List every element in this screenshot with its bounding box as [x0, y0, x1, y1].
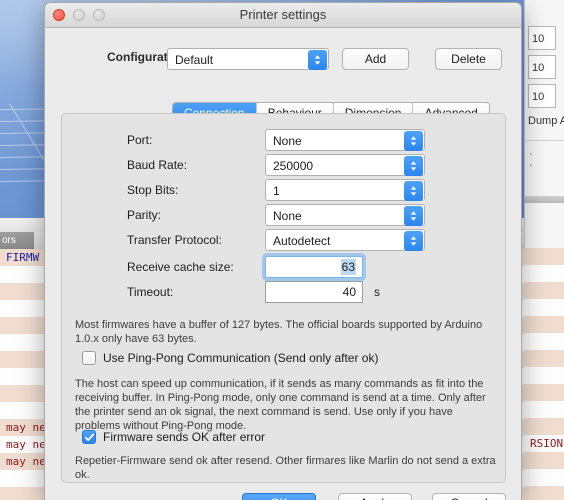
log-row: [524, 486, 564, 500]
chevron-updown-icon[interactable]: [404, 156, 423, 176]
window-controls: [53, 9, 105, 21]
configuration-row: Configuration: Default Add Delete: [45, 46, 521, 70]
firmware-ok-checkbox-row[interactable]: Firmware sends OK after error: [82, 430, 265, 444]
zoom-button[interactable]: [93, 9, 105, 21]
apply-button[interactable]: Apply: [338, 493, 412, 500]
port-value: None: [273, 134, 302, 148]
chevron-updown-icon[interactable]: [404, 231, 423, 251]
port-label: Port:: [127, 133, 153, 147]
log-row: [524, 333, 564, 350]
close-button[interactable]: [53, 9, 65, 21]
background-value-cell[interactable]: 10: [528, 55, 556, 79]
firmware-ok-checkbox[interactable]: [82, 430, 96, 444]
printer-settings-dialog: Printer settings Configuration: Default …: [44, 2, 522, 500]
log-row: [524, 350, 564, 367]
receive-cache-size-input[interactable]: 63: [265, 256, 363, 278]
dialog-body: Configuration: Default Add Delete Connec…: [45, 28, 521, 500]
chevron-updown-icon[interactable]: [308, 50, 327, 70]
port-select[interactable]: None: [265, 129, 425, 151]
background-value-cell[interactable]: 10: [528, 26, 556, 50]
log-row: [524, 452, 564, 469]
minimize-button[interactable]: [73, 9, 85, 21]
log-row: [524, 367, 564, 384]
cancel-button[interactable]: Cancel: [432, 493, 506, 500]
receive-cache-size-value: 63: [340, 259, 356, 275]
checkmark-icon: [84, 433, 94, 441]
log-row: [524, 248, 564, 265]
transfer-protocol-label: Transfer Protocol:: [127, 233, 222, 247]
screen: ors FIRMW may ne may ne may ne 10 10 10 Dum…: [0, 0, 564, 500]
ping-pong-checkbox-row[interactable]: Use Ping-Pong Communication (Send only a…: [82, 351, 378, 365]
dialog-titlebar[interactable]: Printer settings: [45, 3, 521, 28]
chevron-updown-icon[interactable]: [404, 131, 423, 151]
log-row: [524, 299, 564, 316]
transfer-protocol-select[interactable]: Autodetect: [265, 229, 425, 251]
dump-area-label: Dump A: [528, 115, 564, 127]
baud-rate-select[interactable]: 250000: [265, 154, 425, 176]
parity-select[interactable]: None: [265, 204, 425, 226]
log-row: [524, 401, 564, 418]
log-row: [524, 418, 564, 435]
connection-settings-panel: Port: None Baud Rate: 250000 Stop Bits: …: [61, 113, 506, 483]
timeout-unit: s: [374, 285, 380, 299]
transfer-protocol-value: Autodetect: [273, 234, 331, 248]
timeout-label: Timeout:: [127, 285, 174, 299]
background-right-log: RSION:: [524, 248, 564, 500]
background-value-cell[interactable]: 10: [528, 84, 556, 108]
pingpong-help-text: The host can speed up communication, if …: [75, 378, 486, 432]
log-row: [524, 282, 564, 299]
stop-bits-select[interactable]: 1: [265, 179, 425, 201]
firmware-help-text: Repetier-Firmware send ok after resend. …: [75, 455, 496, 481]
timeout-input[interactable]: 40: [265, 281, 363, 303]
configuration-select[interactable]: Default: [167, 48, 329, 70]
chevron-updown-icon[interactable]: [404, 181, 423, 201]
dialog-title: Printer settings: [239, 7, 327, 22]
firmware-ok-label: Firmware sends OK after error: [103, 430, 266, 444]
delete-configuration-button[interactable]: Delete: [435, 48, 502, 70]
chevron-updown-icon[interactable]: [404, 206, 423, 226]
add-configuration-button[interactable]: Add: [342, 48, 409, 70]
stop-bits-label: Stop Bits:: [127, 183, 179, 197]
log-row: [524, 265, 564, 282]
parity-label: Parity:: [127, 208, 162, 222]
background-slider-ticks: ' ': [530, 152, 544, 174]
log-row: [524, 469, 564, 486]
log-row: RSION:: [524, 435, 564, 452]
baud-rate-value: 250000: [273, 159, 314, 173]
configuration-value: Default: [175, 53, 214, 67]
ping-pong-checkbox[interactable]: [82, 351, 96, 365]
ping-pong-label: Use Ping-Pong Communication (Send only a…: [103, 351, 379, 365]
stop-bits-value: 1: [273, 184, 280, 198]
log-row: [524, 384, 564, 401]
baud-rate-label: Baud Rate:: [127, 158, 188, 172]
buffer-help-text: Most firmwares have a buffer of 127 byte…: [75, 319, 483, 345]
parity-value: None: [273, 209, 302, 223]
receive-cache-size-label: Receive cache size:: [127, 260, 234, 274]
background-tab-errors[interactable]: ors: [0, 232, 34, 249]
ok-button[interactable]: OK: [242, 493, 316, 500]
log-row: [524, 316, 564, 333]
background-progress-bar: [524, 196, 564, 203]
